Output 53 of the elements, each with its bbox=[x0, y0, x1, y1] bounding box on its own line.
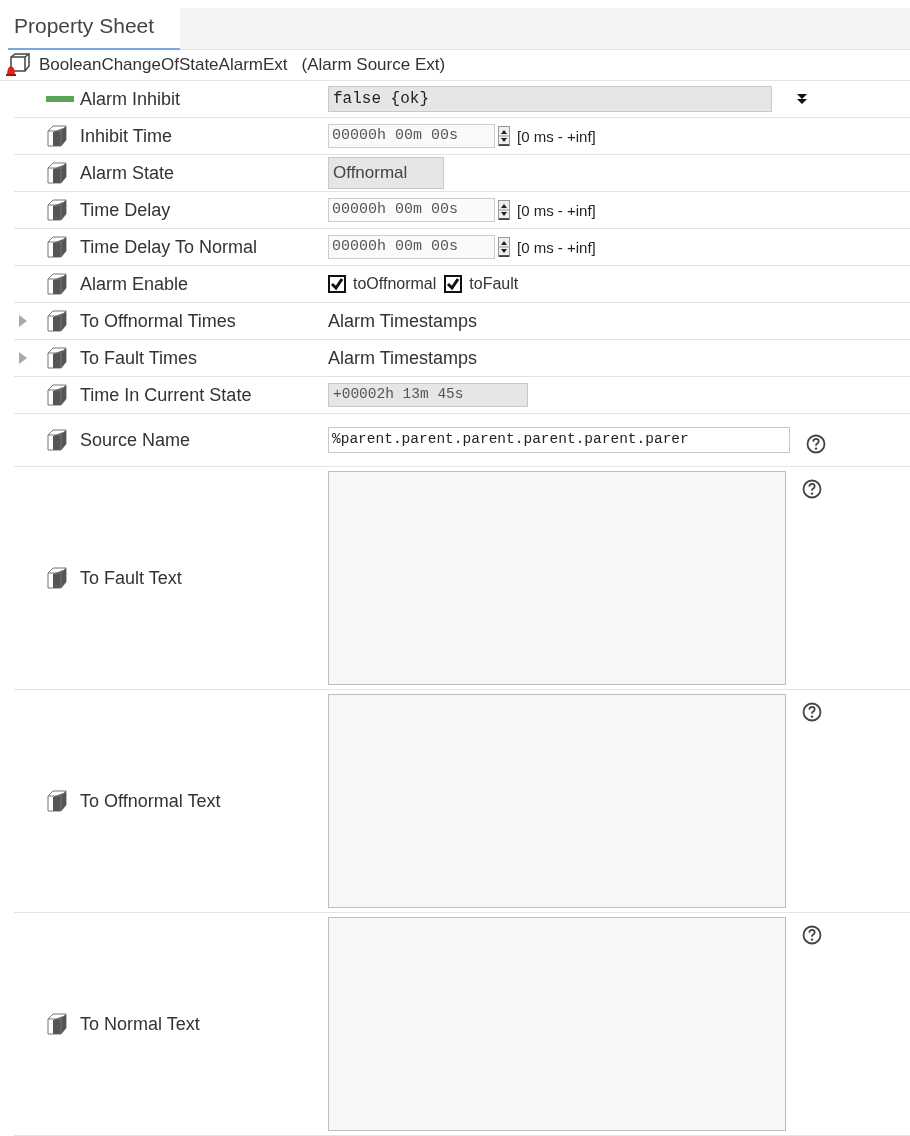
property-label: Alarm State bbox=[80, 162, 175, 184]
spinner-icon[interactable] bbox=[498, 126, 510, 146]
alarm-extension-icon bbox=[5, 53, 31, 77]
spinner-icon[interactable] bbox=[498, 237, 510, 257]
value-display: Offnormal bbox=[328, 157, 444, 189]
cube-icon bbox=[46, 567, 68, 589]
help-icon[interactable] bbox=[806, 434, 826, 454]
text-field[interactable]: %parent.parent.parent.parent.parent.parer bbox=[328, 427, 790, 453]
value-text: Alarm Timestamps bbox=[328, 347, 478, 369]
spinner-icon[interactable] bbox=[498, 200, 510, 220]
property-label: To Normal Text bbox=[80, 1013, 200, 1035]
cube-icon bbox=[46, 125, 68, 147]
property-label: Time Delay To Normal bbox=[80, 236, 258, 258]
property-label: Alarm Enable bbox=[80, 273, 189, 295]
range-text: [0 ms - +inf] bbox=[517, 238, 596, 256]
duration-field[interactable]: 00000h 00m 00s bbox=[328, 124, 495, 148]
value-display: +00002h 13m 45s bbox=[328, 383, 528, 407]
cube-icon bbox=[46, 199, 68, 221]
cube-icon bbox=[46, 1013, 68, 1035]
help-icon[interactable] bbox=[802, 925, 822, 945]
property-label: Time In Current State bbox=[80, 384, 252, 406]
checkbox[interactable] bbox=[328, 275, 346, 293]
property-label: To Offnormal Text bbox=[80, 790, 221, 812]
checkbox-label: toFault bbox=[469, 275, 519, 293]
status-bar-icon bbox=[46, 96, 74, 102]
cube-icon bbox=[46, 273, 68, 295]
range-text: [0 ms - +inf] bbox=[517, 127, 596, 145]
component-name: BooleanChangeOfStateAlarmExt bbox=[39, 55, 288, 75]
property-label: To Fault Times bbox=[80, 347, 198, 369]
property-label: Inhibit Time bbox=[80, 125, 173, 147]
cube-icon bbox=[46, 162, 68, 184]
property-label: Alarm Inhibit bbox=[80, 88, 181, 110]
cube-icon bbox=[46, 236, 68, 258]
checkbox-label: toOffnormal bbox=[353, 275, 437, 293]
checkbox[interactable] bbox=[444, 275, 463, 293]
property-label: To Offnormal Times bbox=[80, 310, 236, 332]
property-label: To Fault Text bbox=[80, 567, 182, 589]
cube-icon bbox=[46, 347, 68, 369]
cube-icon bbox=[46, 310, 68, 332]
range-text: [0 ms - +inf] bbox=[517, 201, 596, 219]
help-icon[interactable] bbox=[802, 702, 822, 722]
value-text: Alarm Timestamps bbox=[328, 310, 478, 332]
dropdown-icon[interactable] bbox=[796, 93, 808, 105]
property-label: Time Delay bbox=[80, 199, 171, 221]
cube-icon bbox=[46, 429, 68, 451]
duration-field[interactable]: 00000h 00m 00s bbox=[328, 235, 495, 259]
cube-icon bbox=[46, 384, 68, 406]
property-label: Source Name bbox=[80, 429, 191, 451]
help-icon[interactable] bbox=[802, 479, 822, 499]
cube-icon bbox=[46, 790, 68, 812]
component-type: (Alarm Source Ext) bbox=[301, 55, 446, 75]
duration-field[interactable]: 00000h 00m 00s bbox=[328, 198, 495, 222]
value-dropdown[interactable]: false {ok} bbox=[328, 86, 772, 112]
